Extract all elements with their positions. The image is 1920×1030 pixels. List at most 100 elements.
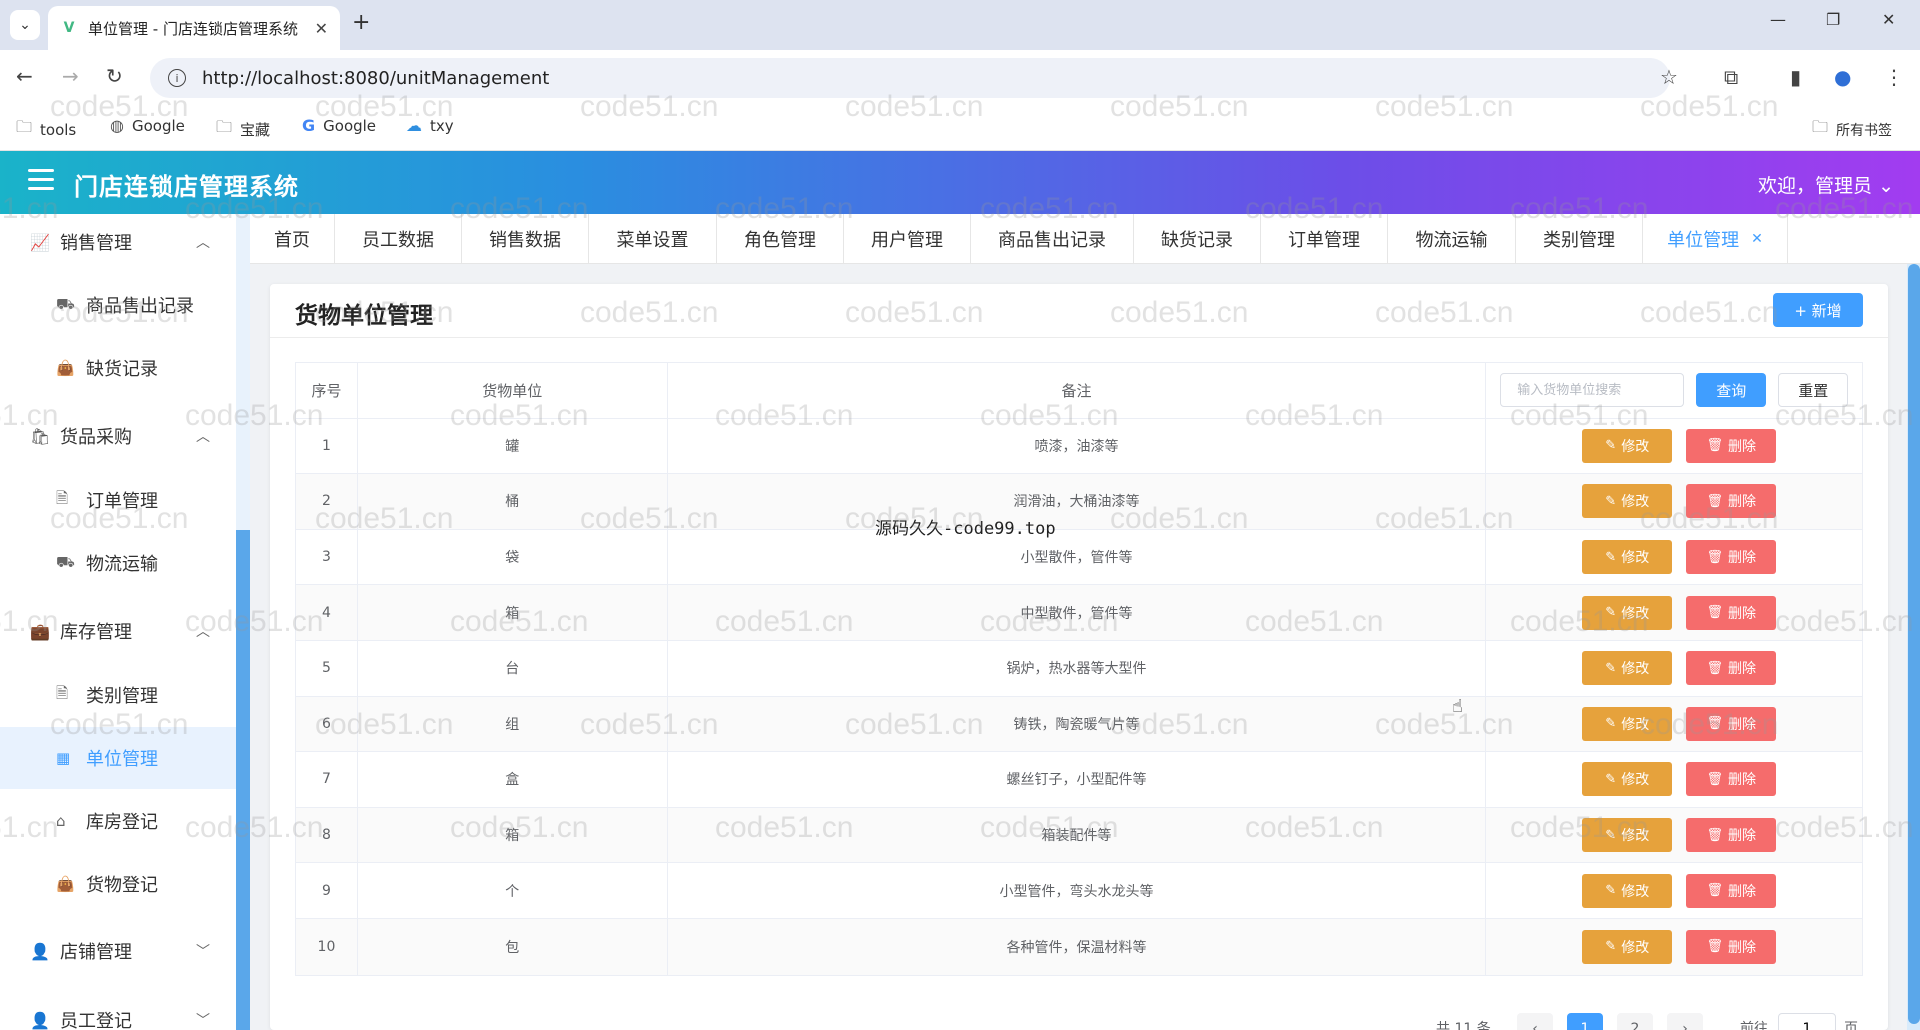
sidebar-item-orders[interactable]: 🗎 订单管理: [0, 472, 236, 528]
close-icon[interactable]: ✕: [1751, 231, 1763, 247]
sidebar-item-warehouse[interactable]: ⌂ 库房登记: [0, 793, 236, 849]
side-panel-icon[interactable]: ▮: [1790, 65, 1801, 89]
delete-button[interactable]: 🗑 删除: [1686, 706, 1777, 741]
menu-kebab-icon[interactable]: ⋮: [1884, 65, 1904, 89]
page-button-2[interactable]: 2: [1617, 1013, 1653, 1030]
browser-tab-active[interactable]: V 单位管理 - 门店连锁店管理系统 ✕: [48, 6, 340, 50]
cell-no: 8: [296, 807, 358, 863]
window-close-icon[interactable]: ✕: [1882, 10, 1895, 29]
sidebar-item-unit[interactable]: ▦ 单位管理: [0, 727, 236, 789]
edit-button[interactable]: ✎ 修改: [1582, 540, 1673, 575]
edit-button[interactable]: ✎ 修改: [1582, 873, 1673, 908]
edit-pencil-icon: ✎: [1605, 771, 1617, 787]
restore-icon[interactable]: ❐: [1826, 10, 1840, 29]
cell-unit: 箱: [358, 807, 668, 863]
chevron-up-icon: ︿: [196, 235, 210, 251]
sidebar-item-category[interactable]: 🗎 类别管理: [0, 667, 236, 723]
page-button-1[interactable]: 1: [1567, 1013, 1603, 1030]
delete-button[interactable]: 🗑 删除: [1686, 929, 1777, 964]
query-button[interactable]: 查询: [1696, 373, 1767, 408]
edit-button[interactable]: ✎ 修改: [1582, 484, 1673, 519]
delete-button[interactable]: 🗑 删除: [1686, 540, 1777, 575]
sidebar-item-goods[interactable]: 👜 货物登记: [0, 856, 236, 912]
tag-stockout[interactable]: 缺货记录: [1134, 214, 1261, 264]
bookmark-tools[interactable]: 🗀 tools: [16, 116, 76, 143]
cell-no: 6: [296, 696, 358, 752]
delete-button[interactable]: 🗑 删除: [1686, 762, 1777, 797]
delete-button[interactable]: 🗑 删除: [1686, 595, 1777, 630]
new-tab-icon[interactable]: +: [352, 10, 370, 35]
tag-menu-settings[interactable]: 菜单设置: [589, 214, 717, 264]
extensions-icon[interactable]: ⧉: [1724, 65, 1738, 89]
tag-category[interactable]: 类别管理: [1516, 214, 1643, 264]
edit-button[interactable]: ✎ 修改: [1582, 929, 1673, 964]
site-info-icon[interactable]: i: [168, 69, 186, 87]
cell-actions: ✎ 修改 🗑 删除: [1486, 752, 1862, 807]
back-icon[interactable]: ←: [16, 64, 33, 88]
bookmark-treasure[interactable]: 🗀 宝藏: [216, 116, 270, 143]
bookmark-google-1[interactable]: ◍ Google: [110, 116, 185, 135]
prev-page-button[interactable]: ‹: [1517, 1013, 1553, 1030]
profile-icon[interactable]: ●: [1834, 65, 1851, 89]
tag-sales-data[interactable]: 销售数据: [462, 214, 589, 264]
tag-logistics[interactable]: 物流运输: [1388, 214, 1516, 264]
tag-home[interactable]: 首页: [250, 214, 335, 264]
table-row: 4 箱中型散件，管件等 ✎ 修改 🗑 删除: [296, 585, 1862, 641]
trash-icon: 🗑: [1706, 883, 1723, 899]
trash-icon: 🗑: [1706, 493, 1723, 509]
chart-icon: 📈: [30, 232, 50, 252]
cell-note: 螺丝钉子，小型配件等: [668, 752, 1487, 807]
search-input[interactable]: [1500, 373, 1685, 408]
sidebar-scrollbar-thumb[interactable]: [236, 530, 250, 1030]
edit-button[interactable]: ✎ 修改: [1582, 818, 1673, 853]
user-dropdown[interactable]: 欢迎，管理员 ⌄: [1758, 171, 1894, 198]
sidebar-item-stockout[interactable]: 👜 缺货记录: [0, 340, 236, 396]
reload-icon[interactable]: ↻: [106, 64, 123, 88]
delete-button[interactable]: 🗑 删除: [1686, 873, 1777, 908]
close-icon[interactable]: ✕: [315, 19, 328, 38]
tag-role-management[interactable]: 角色管理: [717, 214, 844, 264]
edit-button[interactable]: ✎ 修改: [1582, 428, 1673, 463]
tag-sales-records[interactable]: 商品售出记录: [971, 214, 1134, 264]
cell-unit: 盒: [358, 752, 668, 807]
tag-orders[interactable]: 订单管理: [1261, 214, 1388, 264]
sidebar-group-staff[interactable]: 👤 员工登记 ﹀: [0, 992, 236, 1030]
delete-button[interactable]: 🗑 删除: [1686, 484, 1777, 519]
delete-button[interactable]: 🗑 删除: [1686, 651, 1777, 686]
sidebar-group-sales[interactable]: 📈 销售管理 ︿: [0, 214, 236, 270]
add-button[interactable]: + 新增: [1773, 293, 1863, 327]
hamburger-menu-icon[interactable]: [28, 169, 54, 193]
cell-note: 铸铁，陶瓷暖气片等: [668, 696, 1487, 752]
goto-page-input[interactable]: [1778, 1013, 1836, 1030]
next-page-button[interactable]: ›: [1667, 1013, 1703, 1030]
sidebar-group-store[interactable]: 👤 店铺管理 ﹀: [0, 923, 236, 979]
star-icon[interactable]: ☆: [1660, 65, 1678, 89]
sidebar-group-inventory[interactable]: 💼 库存管理 ︿: [0, 603, 236, 659]
trash-icon: 🗑: [1706, 605, 1723, 621]
delete-button[interactable]: 🗑 删除: [1686, 428, 1777, 463]
bookmark-txy[interactable]: ☁ txy: [406, 116, 454, 135]
edit-button[interactable]: ✎ 修改: [1582, 706, 1673, 741]
minimize-icon[interactable]: —: [1770, 10, 1786, 29]
table-row: 8 箱箱装配件等 ✎ 修改 🗑 删除: [296, 807, 1862, 864]
sidebar-group-purchase[interactable]: 🛍 货品采购 ︿: [0, 408, 236, 464]
edit-button[interactable]: ✎ 修改: [1582, 762, 1673, 797]
column-header-note: 备注: [668, 363, 1487, 418]
edit-button[interactable]: ✎ 修改: [1582, 595, 1673, 630]
bookmark-all[interactable]: 🗀 所有书签: [1812, 116, 1892, 143]
tag-user-management[interactable]: 用户管理: [844, 214, 971, 264]
tag-staff-data[interactable]: 员工数据: [335, 214, 462, 264]
edit-button[interactable]: ✎ 修改: [1582, 651, 1673, 686]
sidebar-item-logistics[interactable]: ⛟ 物流运输: [0, 535, 236, 591]
url-omnibox[interactable]: i http://localhost:8080/unitManagement: [150, 58, 1670, 98]
content-scrollbar-thumb[interactable]: [1908, 264, 1920, 1024]
delete-button[interactable]: 🗑 删除: [1686, 818, 1777, 853]
forward-icon[interactable]: →: [62, 64, 79, 88]
tag-unit-active[interactable]: 单位管理 ✕: [1643, 214, 1788, 264]
cell-unit: 罐: [358, 418, 668, 474]
reset-button[interactable]: 重置: [1778, 373, 1849, 408]
sidebar-item-sales-records[interactable]: ⛟ 商品售出记录: [0, 277, 236, 333]
table-row: 7 盒螺丝钉子，小型配件等 ✎ 修改 🗑 删除: [296, 752, 1862, 808]
bookmark-google-2[interactable]: G Google: [302, 116, 376, 135]
tab-search-button[interactable]: ⌄: [10, 10, 40, 40]
